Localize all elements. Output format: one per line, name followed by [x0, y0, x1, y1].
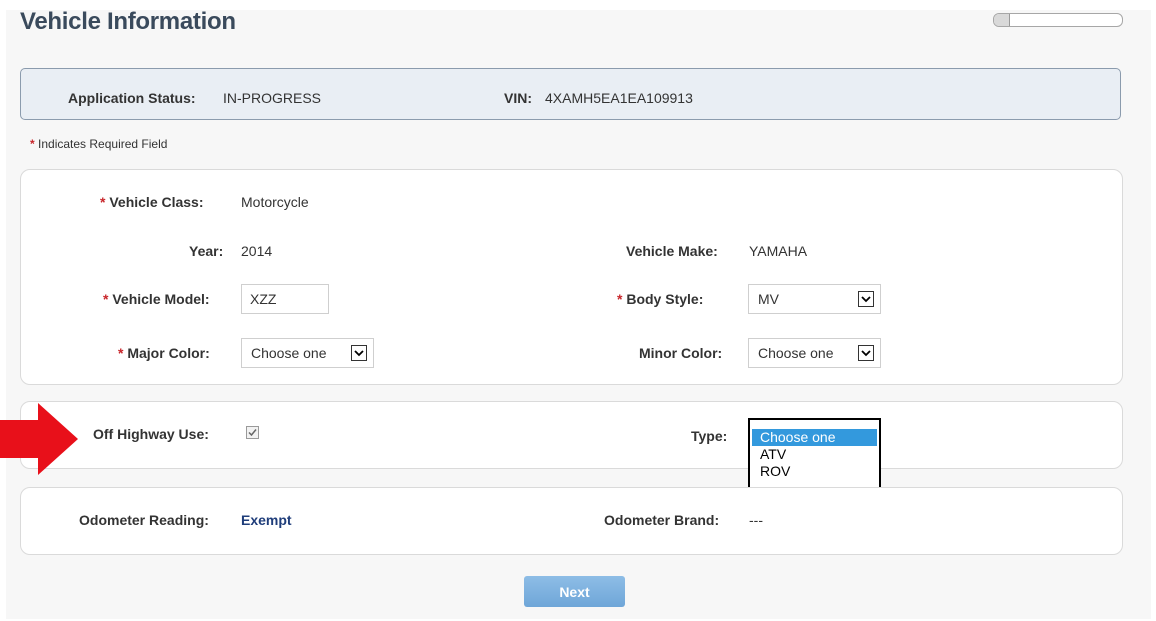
vin-label: VIN: — [504, 90, 532, 106]
red-arrow-icon — [0, 403, 78, 475]
major-color-select[interactable]: Choose one — [241, 338, 374, 368]
minor-color-selected-value: Choose one — [758, 345, 834, 361]
required-star-icon: * — [30, 137, 35, 151]
vehicle-model-label: * Vehicle Model: — [103, 291, 210, 307]
chevron-down-icon[interactable] — [351, 345, 367, 361]
odometer-brand-value: --- — [749, 512, 763, 528]
minor-color-label: Minor Color: — [639, 345, 723, 361]
major-color-label: * Major Color: — [118, 345, 210, 361]
required-star-icon: * — [103, 291, 109, 307]
vehicle-class-value: Motorcycle — [241, 194, 309, 210]
type-label: Type: — [691, 428, 728, 444]
odometer-reading-label: Odometer Reading: — [79, 512, 209, 528]
vehicle-make-value: YAMAHA — [749, 243, 808, 259]
odometer-brand-label: Odometer Brand: — [604, 512, 720, 528]
status-value: IN-PROGRESS — [223, 90, 322, 106]
required-note-text: Indicates Required Field — [38, 137, 168, 151]
year-label: Year: — [189, 243, 224, 259]
vin-value: 4XAMH5EA1EA109913 — [545, 90, 693, 106]
body-style-label: * Body Style: — [617, 291, 704, 307]
major-color-selected-value: Choose one — [251, 345, 327, 361]
type-option-choose-one[interactable]: Choose one — [752, 429, 877, 446]
progress-fill — [994, 14, 1011, 26]
type-listbox[interactable]: Choose one ATV ROV — [748, 418, 881, 493]
checkmark-icon — [248, 429, 257, 437]
page-title: Vehicle Information — [20, 8, 236, 35]
vehicle-model-input[interactable] — [241, 284, 329, 314]
vehicle-make-label: Vehicle Make: — [626, 243, 718, 259]
minor-color-select[interactable]: Choose one — [748, 338, 881, 368]
body-style-select[interactable]: MV — [748, 284, 881, 314]
vehicle-class-label: * Vehicle Class: — [100, 194, 204, 210]
off-highway-label: Off Highway Use: — [93, 426, 209, 442]
required-star-icon: * — [100, 194, 106, 210]
type-option-atv[interactable]: ATV — [752, 446, 877, 463]
year-value: 2014 — [241, 243, 273, 259]
required-star-icon: * — [118, 345, 124, 361]
next-button[interactable]: Next — [524, 576, 625, 607]
off-highway-checkbox[interactable] — [246, 426, 259, 439]
type-option-rov[interactable]: ROV — [752, 463, 877, 480]
chevron-down-icon[interactable] — [858, 291, 874, 307]
body-style-selected-value: MV — [758, 291, 779, 307]
progress-bar — [993, 13, 1123, 27]
odometer-reading-value: Exempt — [241, 512, 292, 528]
required-field-note: * Indicates Required Field — [30, 137, 167, 151]
required-star-icon: * — [617, 291, 623, 307]
status-label: Application Status: — [68, 90, 196, 106]
chevron-down-icon[interactable] — [858, 345, 874, 361]
